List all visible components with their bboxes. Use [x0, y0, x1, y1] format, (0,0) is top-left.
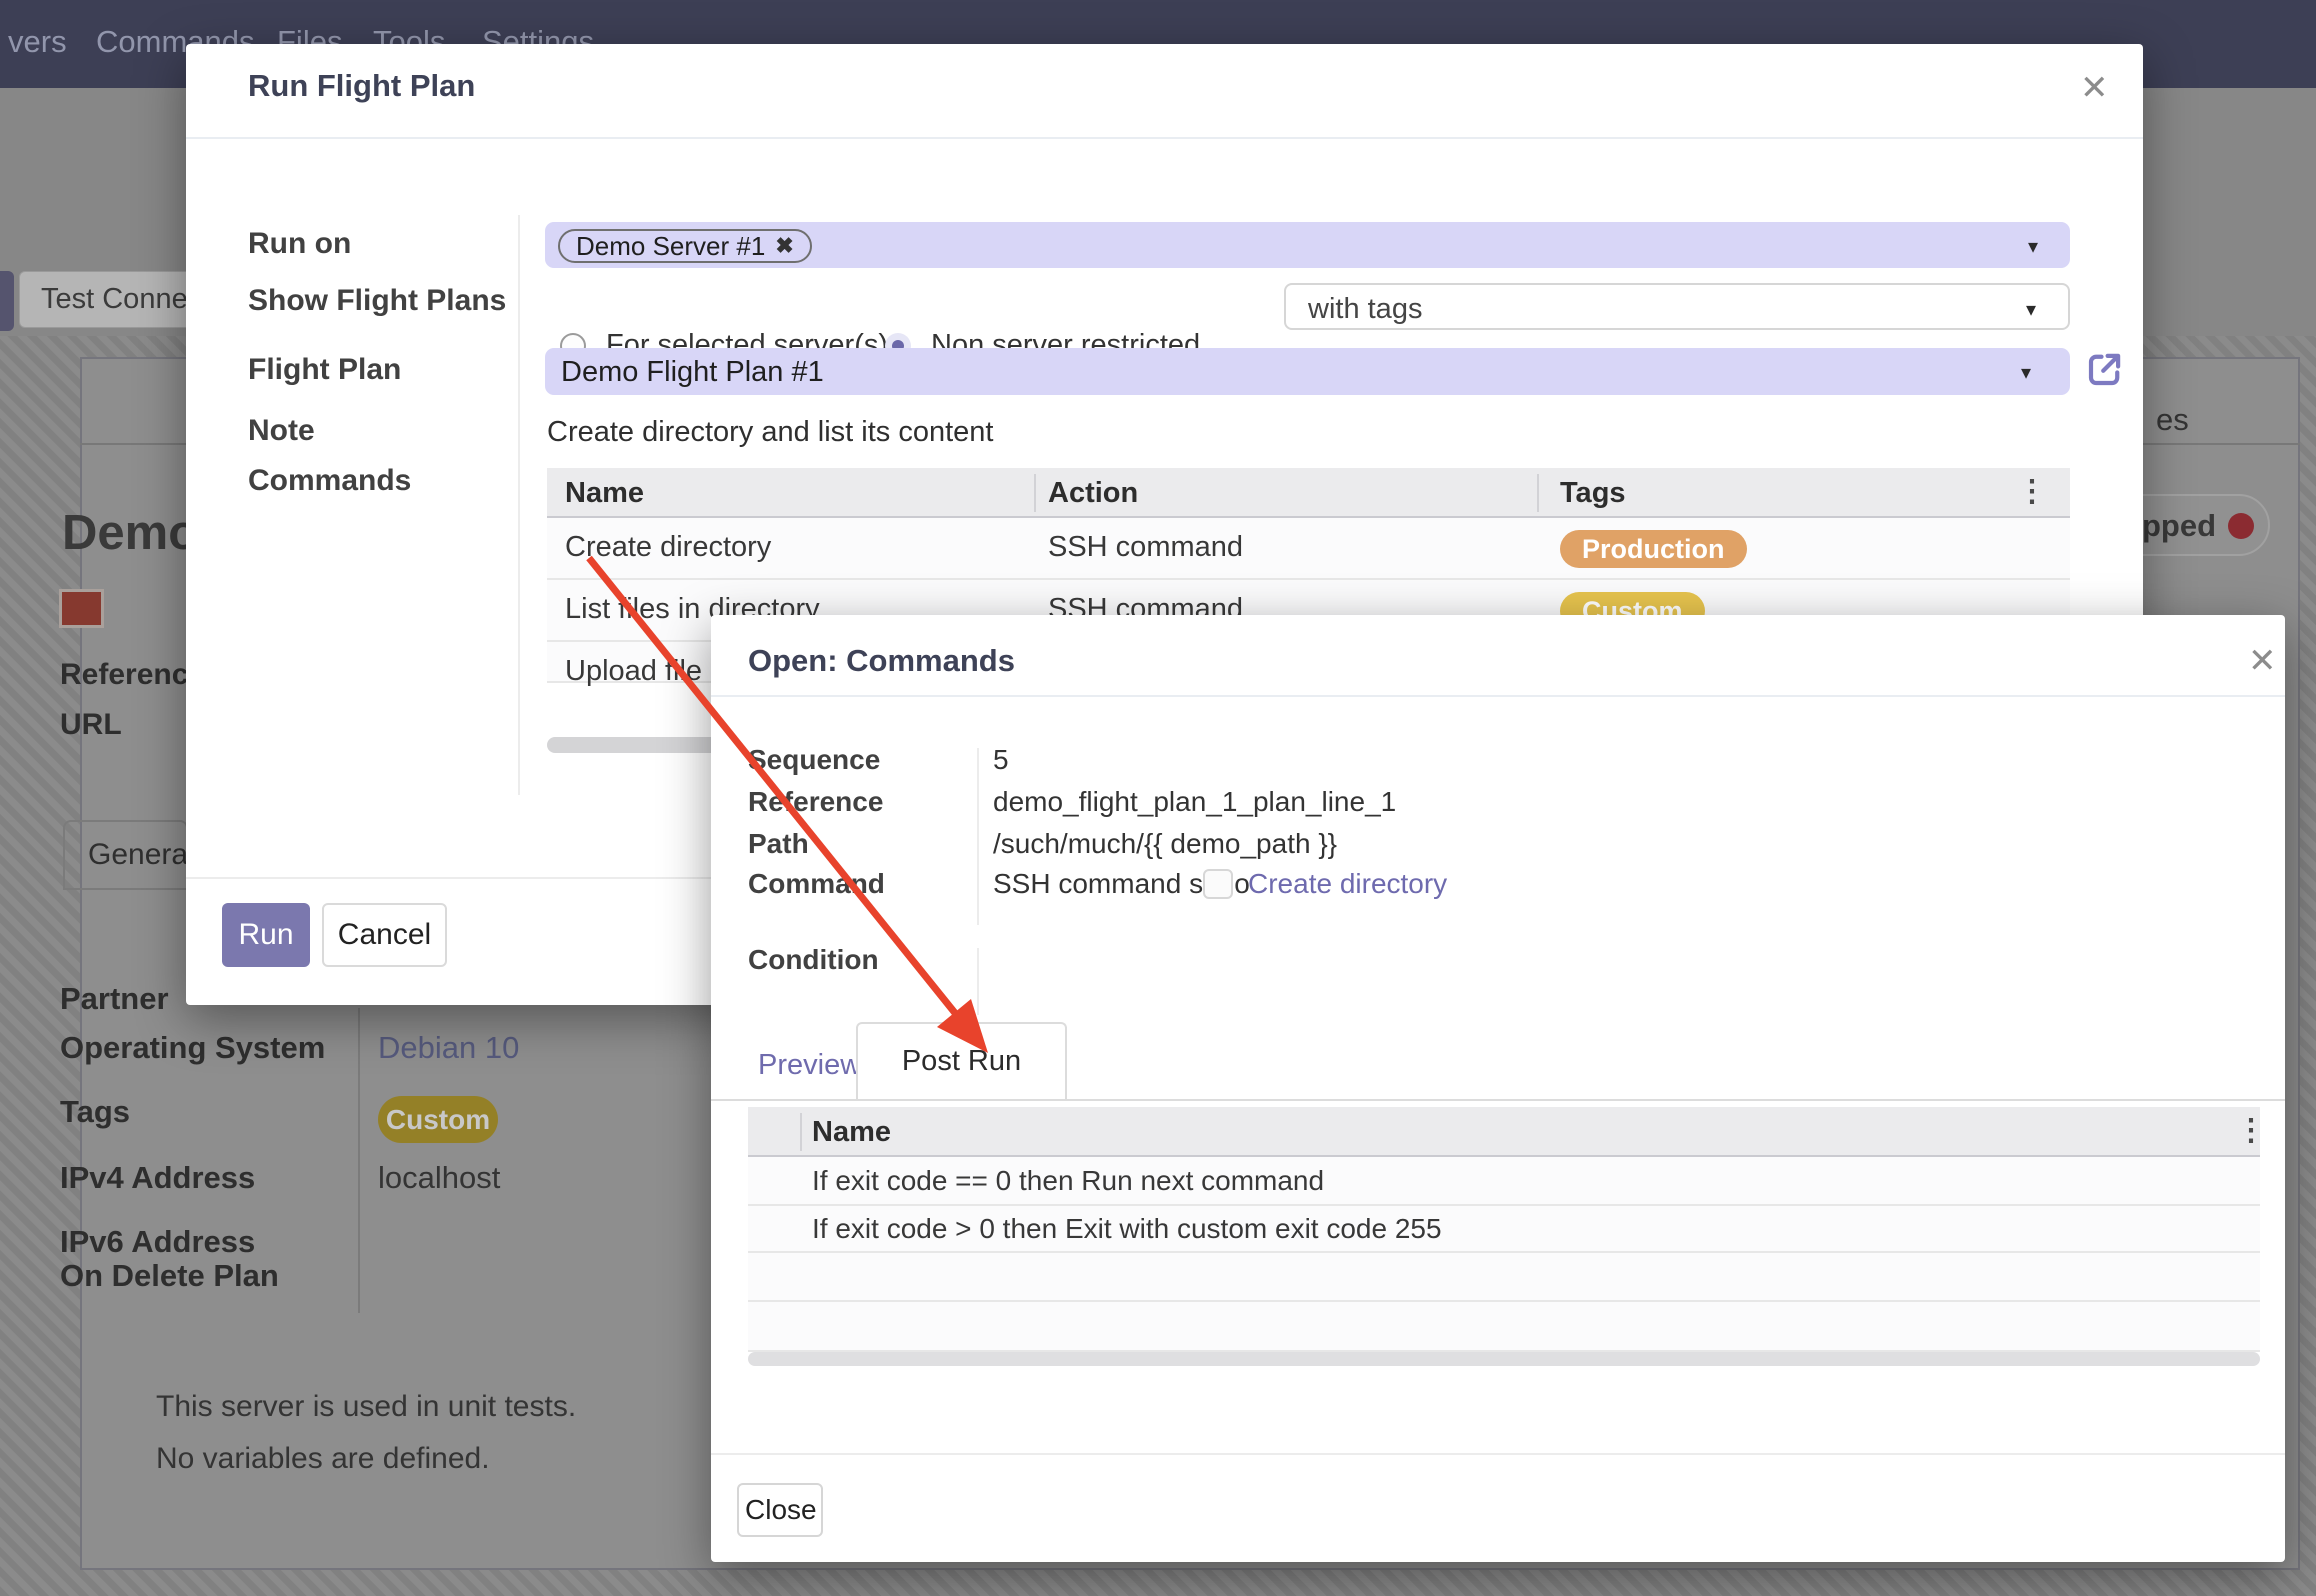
- partial-right-text: es: [2156, 402, 2189, 438]
- label-column-divider: [358, 1008, 360, 1313]
- row-name: If exit code > 0 then Exit with custom e…: [812, 1213, 1442, 1245]
- post-run-actions-table-header: Name ⋮: [748, 1107, 2260, 1157]
- form-column-divider: [977, 948, 979, 1015]
- with-tags-caret-icon: ▾: [2026, 297, 2036, 322]
- header-col-divider: [1034, 474, 1036, 512]
- flight-plan-caret-icon: ▾: [2021, 360, 2031, 385]
- col-action[interactable]: Action: [1048, 477, 1138, 510]
- note-label: Note: [248, 414, 315, 448]
- tabbar-divider: [711, 1099, 2285, 1101]
- ipv4-value: localhost: [378, 1160, 500, 1196]
- partner-label: Partner: [60, 981, 169, 1017]
- flight-plan-label: Flight Plan: [248, 353, 401, 387]
- tab-post-run-actions[interactable]: Post Run Actions: [856, 1022, 1067, 1101]
- sequence-value: 5: [993, 744, 1009, 776]
- with-tags-select[interactable]: with tags ▾: [1284, 283, 2070, 330]
- nav-item-servers[interactable]: vers: [8, 24, 67, 60]
- table-row-empty[interactable]: [748, 1253, 2260, 1302]
- server-tag-pill: Custom: [378, 1096, 498, 1143]
- command-label: Command: [748, 868, 885, 900]
- url-label: URL: [60, 708, 122, 742]
- screen: vers Commands Files Tools Settings Test …: [0, 0, 2316, 1596]
- show-flight-plans-label: Show Flight Plans: [248, 284, 506, 318]
- header-col-divider: [1537, 474, 1539, 512]
- table-options-kebab-icon[interactable]: ⋮: [2017, 474, 2045, 509]
- form-column-divider: [518, 215, 520, 795]
- col-tags[interactable]: Tags: [1560, 477, 1626, 510]
- table-row[interactable]: If exit code > 0 then Exit with custom e…: [748, 1206, 2260, 1253]
- run-button[interactable]: Run: [222, 903, 310, 967]
- run-modal-close-icon[interactable]: ✕: [2080, 68, 2109, 108]
- on-delete-plan-label: On Delete Plan: [60, 1258, 279, 1294]
- partial-purple-button[interactable]: [0, 271, 14, 331]
- table-row[interactable]: Create directory SSH command Production: [547, 518, 2070, 580]
- run-on-caret-icon[interactable]: ▾: [2028, 234, 2038, 259]
- table-row[interactable]: If exit code == 0 then Run next command: [748, 1157, 2260, 1206]
- remove-tag-icon[interactable]: ✖: [775, 233, 793, 259]
- cancel-button[interactable]: Cancel: [322, 903, 447, 967]
- tags-label: Tags: [60, 1094, 130, 1130]
- modal-footer-divider: [711, 1453, 2285, 1455]
- open-commands-modal: Open: Commands ✕ Sequence 5 Reference de…: [711, 615, 2285, 1562]
- commands-table-header: Name Action Tags ⋮: [547, 468, 2070, 518]
- row-action: SSH command: [1048, 531, 1243, 564]
- sequence-label: Sequence: [748, 744, 880, 776]
- table-row-empty[interactable]: [748, 1302, 2260, 1352]
- unit-test-note-line1: This server is used in unit tests.: [156, 1390, 576, 1424]
- status-stopped-dot-icon: [2228, 513, 2254, 539]
- commands-modal-close-icon[interactable]: ✕: [2248, 641, 2277, 681]
- commands-label: Commands: [248, 464, 411, 498]
- command-create-directory-link[interactable]: Create directory: [1248, 868, 1447, 900]
- form-column-divider: [977, 748, 979, 925]
- run-modal-title: Run Flight Plan: [248, 68, 475, 104]
- unit-test-note-line2: No variables are defined.: [156, 1442, 490, 1476]
- color-swatch[interactable]: [59, 589, 104, 628]
- ipv4-label: IPv4 Address: [60, 1160, 255, 1196]
- commands-modal-title: Open: Commands: [748, 643, 1015, 679]
- row-name: Create directory: [565, 531, 771, 564]
- close-button[interactable]: Close: [737, 1483, 823, 1537]
- server-page-title: Demo: [62, 505, 198, 561]
- condition-label: Condition: [748, 944, 879, 976]
- col-name[interactable]: Name: [812, 1116, 891, 1149]
- open-flight-plan-external-link-icon[interactable]: [2084, 348, 2126, 390]
- server-tag-label: Demo Server #1: [576, 231, 765, 262]
- row-tag-pill: Production: [1560, 530, 1747, 568]
- reference-label: Reference: [60, 658, 205, 692]
- reference-label: Reference: [748, 786, 883, 818]
- col-name[interactable]: Name: [565, 477, 644, 510]
- path-value: /such/much/{{ demo_path }}: [993, 828, 1337, 860]
- flight-plan-value: Demo Flight Plan #1: [561, 356, 824, 389]
- reference-value: demo_flight_plan_1_plan_line_1: [993, 786, 1396, 818]
- ipv6-label: IPv6 Address: [60, 1224, 255, 1260]
- path-label: Path: [748, 828, 809, 860]
- run-on-label: Run on: [248, 227, 351, 261]
- server-tag[interactable]: Demo Server #1 ✖: [558, 229, 812, 263]
- status-label: pped: [2142, 508, 2216, 544]
- modal-header-divider: [711, 695, 2285, 697]
- with-tags-value: with tags: [1308, 293, 1422, 326]
- row-name: If exit code == 0 then Run next command: [812, 1165, 1324, 1197]
- command-checkbox[interactable]: [1203, 869, 1233, 899]
- tab-general[interactable]: General: [63, 820, 188, 890]
- test-connection-button[interactable]: Test Conne: [19, 271, 200, 328]
- header-col-divider: [800, 1113, 802, 1151]
- flight-plan-field[interactable]: Demo Flight Plan #1 ▾: [545, 348, 2070, 395]
- tab-preview[interactable]: Preview: [758, 1049, 861, 1082]
- modal-header-divider: [186, 137, 2143, 139]
- operating-system-label: Operating System: [60, 1030, 325, 1066]
- table-horizontal-scrollbar[interactable]: [748, 1352, 2260, 1366]
- table-options-kebab-icon[interactable]: ⋮: [2236, 1113, 2264, 1148]
- note-value: Create directory and list its content: [547, 416, 993, 449]
- os-value-link[interactable]: Debian 10: [378, 1030, 519, 1066]
